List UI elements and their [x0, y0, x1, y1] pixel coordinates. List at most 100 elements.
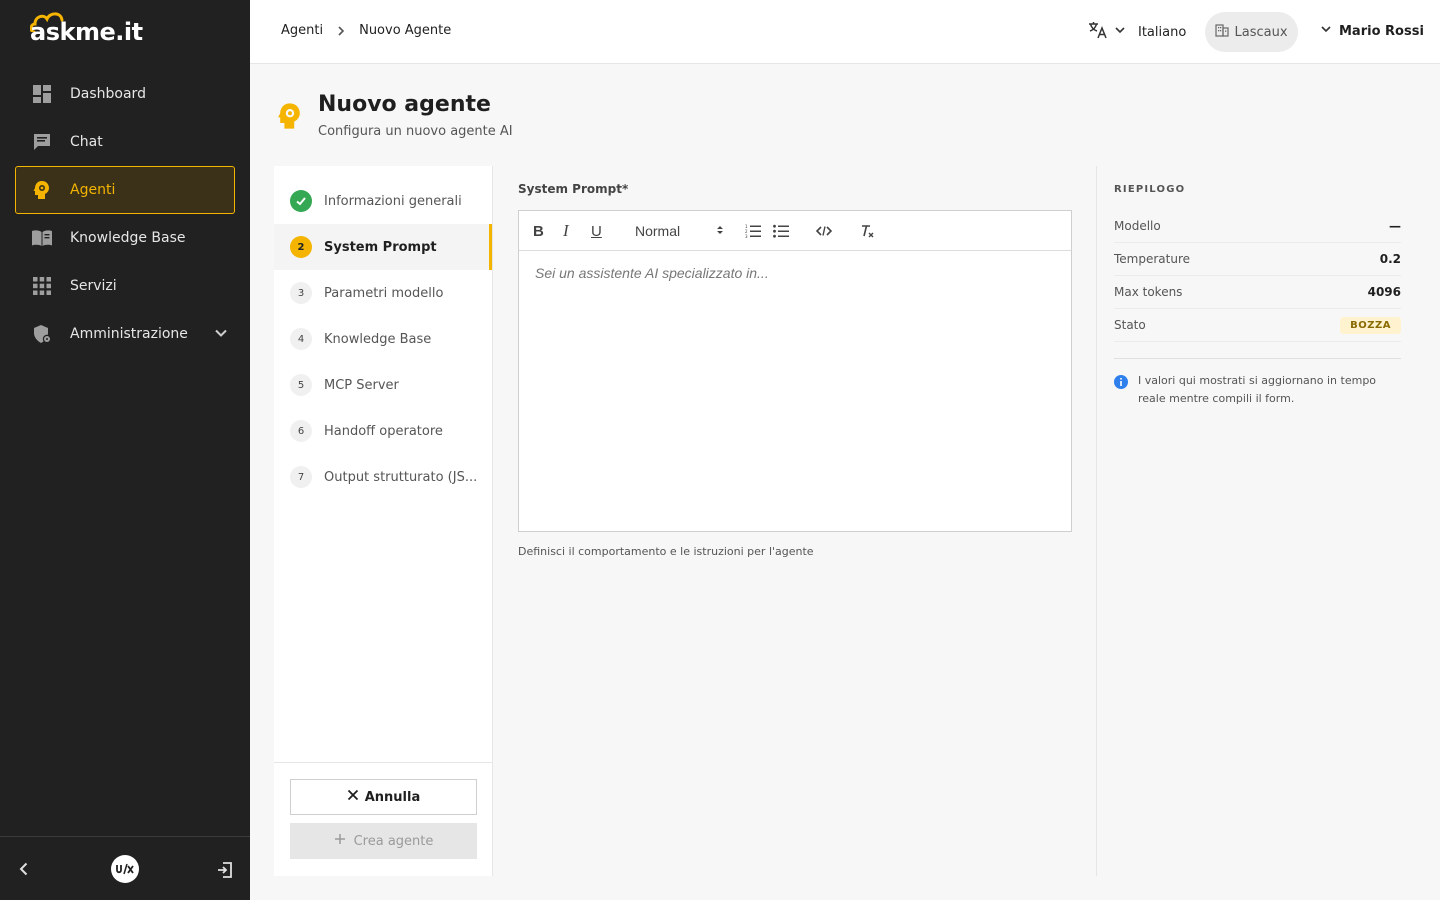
sidebar-item-label: Amministrazione — [70, 326, 188, 342]
summary-value: 0.2 — [1379, 252, 1401, 266]
breadcrumb-current: Nuovo Agente — [359, 23, 452, 38]
plus-icon — [334, 833, 346, 849]
step-number: 7 — [290, 466, 312, 488]
cancel-button-label: Annulla — [364, 789, 421, 805]
tenant-label: Lascaux — [1234, 24, 1288, 40]
svg-text:3: 3 — [745, 234, 748, 238]
editor-placeholder: Sei un assistente AI specializzato in... — [535, 265, 769, 281]
page-title: Nuovo agente — [318, 92, 491, 117]
step-number: 3 — [290, 282, 312, 304]
rich-text-editor: B I U Normal 123 Sei un assistente AI sp… — [518, 210, 1072, 532]
info-icon — [1114, 372, 1138, 408]
system-prompt-section: System Prompt* B I U Normal 123 Sei un a… — [518, 182, 1072, 558]
agent-icon — [276, 102, 304, 134]
sidebar-nav: Dashboard Chat Agenti Knowledge Base Ser… — [15, 70, 235, 358]
format-select-value: Normal — [635, 223, 681, 239]
summary-divider — [1114, 358, 1401, 359]
clear-format-icon[interactable] — [859, 221, 875, 241]
step-system-prompt[interactable]: 2 System Prompt — [274, 224, 492, 270]
dashboard-icon — [31, 83, 53, 105]
step-output-strutturato[interactable]: 7 Output strutturato (JS... — [274, 454, 492, 500]
chevron-down-icon — [1114, 24, 1126, 40]
summary-title: RIEPILOGO — [1114, 184, 1186, 195]
step-handoff-operatore[interactable]: 6 Handoff operatore — [274, 408, 492, 454]
page-subtitle: Configura un nuovo agente AI — [318, 124, 513, 139]
user-menu[interactable]: Mario Rossi — [1320, 23, 1424, 39]
step-mcp-server[interactable]: 5 MCP Server — [274, 362, 492, 408]
summary-value: — — [1389, 219, 1401, 233]
summary-info: I valori qui mostrati si aggiornano in t… — [1114, 372, 1404, 408]
sidebar-item-chat[interactable]: Chat — [15, 118, 235, 166]
chevron-left-icon[interactable] — [16, 861, 32, 881]
sidebar-item-knowledge-base[interactable]: Knowledge Base — [15, 214, 235, 262]
step-label: Knowledge Base — [324, 331, 432, 347]
grid-icon — [31, 275, 53, 297]
helper-text: Definisci il comportamento e le istruzio… — [518, 545, 814, 558]
sidebar-item-label: Agenti — [70, 182, 116, 198]
tenant-selector[interactable]: Lascaux — [1205, 12, 1298, 52]
system-prompt-label: System Prompt* — [518, 182, 629, 196]
step-number: 4 — [290, 328, 312, 350]
step-parametri-modello[interactable]: 3 Parametri modello — [274, 270, 492, 316]
italic-button[interactable]: I — [563, 221, 569, 241]
select-arrows-icon — [715, 223, 725, 239]
wizard-actions: Annulla Crea agente — [274, 762, 493, 876]
summary-row-temperature: Temperature 0.2 — [1114, 243, 1401, 276]
editor-toolbar: B I U Normal 123 — [519, 211, 1071, 251]
close-icon — [347, 789, 359, 805]
sidebar-item-label: Servizi — [70, 278, 117, 294]
step-label: Parametri modello — [324, 285, 444, 301]
step-number: 5 — [290, 374, 312, 396]
language-label: Italiano — [1138, 24, 1187, 40]
step-label: Informazioni generali — [324, 193, 462, 209]
ordered-list-icon[interactable]: 123 — [745, 221, 761, 241]
summary-rows: Modello — Temperature 0.2 Max tokens 409… — [1114, 210, 1401, 342]
chevron-down-icon[interactable] — [214, 326, 228, 344]
underline-button[interactable]: U — [591, 221, 602, 241]
sidebar-item-servizi[interactable]: Servizi — [15, 262, 235, 310]
status-badge: BOZZA — [1340, 316, 1401, 334]
app-logo[interactable]: askme.it — [30, 10, 143, 46]
logo-text: askme.it — [30, 18, 143, 46]
step-label: System Prompt — [324, 239, 437, 255]
code-icon[interactable] — [816, 221, 832, 241]
summary-value: 4096 — [1367, 285, 1401, 299]
step-number: 6 — [290, 420, 312, 442]
chevron-down-icon — [1320, 23, 1332, 39]
summary-label: Temperature — [1114, 252, 1191, 266]
user-name: Mario Rossi — [1339, 23, 1424, 39]
sidebar-item-dashboard[interactable]: Dashboard — [15, 70, 235, 118]
format-select[interactable]: Normal — [635, 221, 725, 241]
breadcrumb-parent[interactable]: Agenti — [281, 23, 323, 38]
shield-icon — [31, 323, 53, 345]
step-label: MCP Server — [324, 377, 399, 393]
sidebar: askme.it Dashboard Chat Agenti Knowledge… — [0, 0, 250, 900]
chat-icon — [31, 131, 53, 153]
step-informazioni-generali[interactable]: Informazioni generali — [274, 178, 492, 224]
summary-panel: RIEPILOGO Modello — Temperature 0.2 Max … — [1096, 166, 1416, 876]
agent-icon — [31, 179, 53, 201]
system-prompt-input[interactable]: Sei un assistente AI specializzato in... — [519, 251, 1071, 295]
wizard-steps: Informazioni generali 2 System Prompt 3 … — [274, 166, 493, 876]
summary-label: Modello — [1114, 219, 1161, 233]
sidebar-item-amministrazione[interactable]: Amministrazione — [15, 310, 235, 358]
bullet-list-icon[interactable] — [773, 221, 789, 241]
create-agent-button[interactable]: Crea agente — [290, 823, 477, 859]
step-number: 2 — [290, 236, 312, 258]
ux-logo-icon — [111, 855, 139, 883]
summary-info-text: I valori qui mostrati si aggiornano in t… — [1138, 374, 1377, 405]
sidebar-item-label: Knowledge Base — [70, 230, 186, 246]
cancel-button[interactable]: Annulla — [290, 779, 477, 815]
sidebar-item-label: Chat — [70, 134, 103, 150]
sidebar-item-agenti[interactable]: Agenti — [15, 166, 235, 214]
language-selector[interactable]: Italiano — [1088, 21, 1186, 43]
summary-label: Max tokens — [1114, 285, 1183, 299]
chevron-right-icon — [335, 25, 347, 37]
step-knowledge-base[interactable]: 4 Knowledge Base — [274, 316, 492, 362]
building-icon — [1215, 23, 1230, 41]
step-label: Output strutturato (JS... — [324, 469, 478, 485]
bold-button[interactable]: B — [533, 221, 544, 241]
sidebar-item-label: Dashboard — [70, 86, 146, 102]
top-bar: Agenti Nuovo Agente Italiano Lascaux Mar… — [250, 0, 1440, 64]
logout-icon[interactable] — [216, 861, 234, 883]
